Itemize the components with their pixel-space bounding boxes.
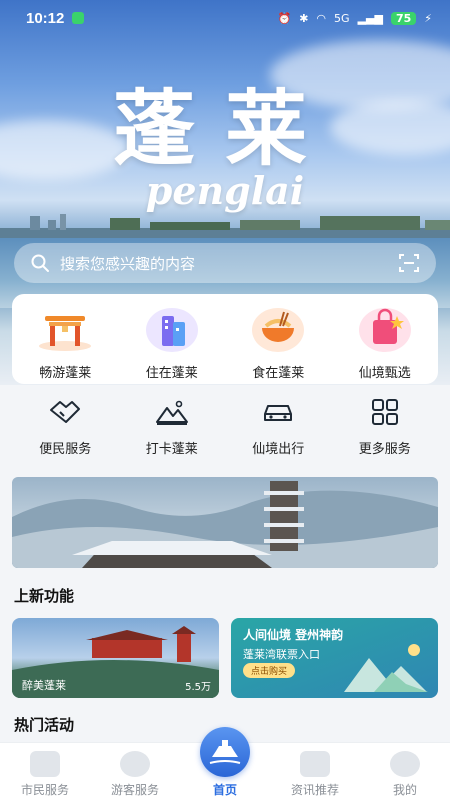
bluetooth-icon: ✱: [299, 11, 309, 25]
profile-icon: [390, 751, 420, 777]
bottom-tab-bar: 市民服务 游客服务 首页 资讯推荐 我的: [0, 727, 450, 800]
status-bar: 10:12 ⏰ ✱ ◠ 5G ▂▄▆ 75 ⚡: [0, 0, 450, 36]
signal-icon: ▂▄▆: [357, 11, 383, 25]
buy-button[interactable]: 点击购买: [243, 663, 296, 678]
service-label: 更多服务: [358, 442, 411, 457]
tab-label: 首页: [212, 783, 237, 797]
service-row: 便民服务 打卡蓬莱 仙境出行 更多服务: [12, 398, 438, 458]
section-title-hot: 热门活动: [14, 716, 75, 734]
charging-icon: ⚡: [424, 11, 432, 25]
feature-item-select[interactable]: 仙境甄选: [335, 306, 435, 384]
tab-news[interactable]: 资讯推荐: [270, 743, 360, 800]
search-icon: [31, 254, 49, 272]
tab-home[interactable]: 首页: [180, 727, 270, 800]
car-icon: [264, 405, 293, 421]
feature-label: 食在蓬莱: [252, 366, 305, 381]
tab-mine[interactable]: 我的: [360, 743, 450, 800]
home-pagoda-icon: [200, 727, 250, 777]
section-title-new: 上新功能: [14, 587, 75, 605]
hero-subtitle: penglai: [145, 168, 305, 213]
service-label: 便民服务: [39, 442, 92, 457]
status-time: 10:12: [26, 9, 65, 27]
bookmark-icon: [30, 751, 60, 777]
service-label: 打卡蓬莱: [145, 442, 198, 457]
feature-label: 仙境甄选: [358, 366, 411, 381]
card-scenic-label: 醉美蓬莱: [22, 679, 66, 692]
wifi-icon: ◠: [316, 11, 327, 25]
landscape-icon: [344, 644, 428, 692]
service-item-checkin[interactable]: 打卡蓬莱: [122, 398, 222, 458]
tab-visitor[interactable]: 游客服务: [90, 743, 180, 800]
tab-label: 游客服务: [110, 783, 159, 797]
feature-label: 畅游蓬莱: [39, 366, 92, 381]
promo-banner[interactable]: [12, 477, 438, 568]
service-item-more[interactable]: 更多服务: [335, 398, 435, 458]
feature-item-tour[interactable]: 畅游蓬莱: [15, 306, 115, 384]
hotel-icon: [145, 308, 198, 352]
search-input[interactable]: 搜索您感兴趣的内容: [60, 253, 195, 274]
status-indicators: ⏰ ✱ ◠ 5G ▂▄▆ 75 ⚡: [277, 11, 432, 25]
tab-label: 资讯推荐: [290, 783, 339, 797]
snow-pagoda-image: [12, 481, 438, 568]
service-item-travel[interactable]: 仙境出行: [228, 398, 328, 458]
card-scenic[interactable]: 醉美蓬莱 5.5万: [12, 618, 219, 698]
mountain-icon: [155, 400, 188, 425]
hero-title: 蓬莱: [112, 81, 337, 177]
network-label: 5G: [334, 11, 350, 25]
tab-citizen[interactable]: 市民服务: [0, 743, 90, 800]
grid-icon: [371, 399, 398, 425]
view-count: 5.5万: [185, 682, 211, 693]
tab-label: 我的: [392, 783, 417, 797]
card-ticket[interactable]: 人间仙境 登州神韵 蓬莱湾联票入口 点击购买: [231, 618, 438, 698]
search-bar[interactable]: 搜索您感兴趣的内容: [14, 243, 436, 283]
service-label: 仙境出行: [252, 442, 305, 457]
news-icon: [300, 751, 330, 777]
smile-icon: [120, 751, 150, 777]
alarm-icon: ⏰: [277, 11, 292, 25]
feature-item-stay[interactable]: 住在蓬莱: [122, 306, 222, 384]
gate-icon: [39, 316, 92, 351]
food-icon: [252, 308, 305, 352]
feature-label: 住在蓬莱: [145, 366, 198, 381]
card-ticket-subtitle: 蓬莱湾联票入口: [243, 648, 320, 661]
shopping-bag-icon: [358, 308, 411, 352]
service-item-convenience[interactable]: 便民服务: [15, 398, 115, 458]
card-ticket-title: 人间仙境 登州神韵: [243, 628, 344, 642]
tab-label: 市民服务: [20, 783, 69, 797]
scan-icon[interactable]: [398, 252, 420, 274]
battery-badge: 75: [390, 11, 417, 25]
message-icon: [72, 12, 85, 24]
feature-card: 畅游蓬莱 住在蓬莱 食在蓬莱 仙境甄选: [12, 294, 438, 384]
feature-item-food[interactable]: 食在蓬莱: [228, 306, 328, 384]
handshake-icon: [50, 401, 81, 423]
